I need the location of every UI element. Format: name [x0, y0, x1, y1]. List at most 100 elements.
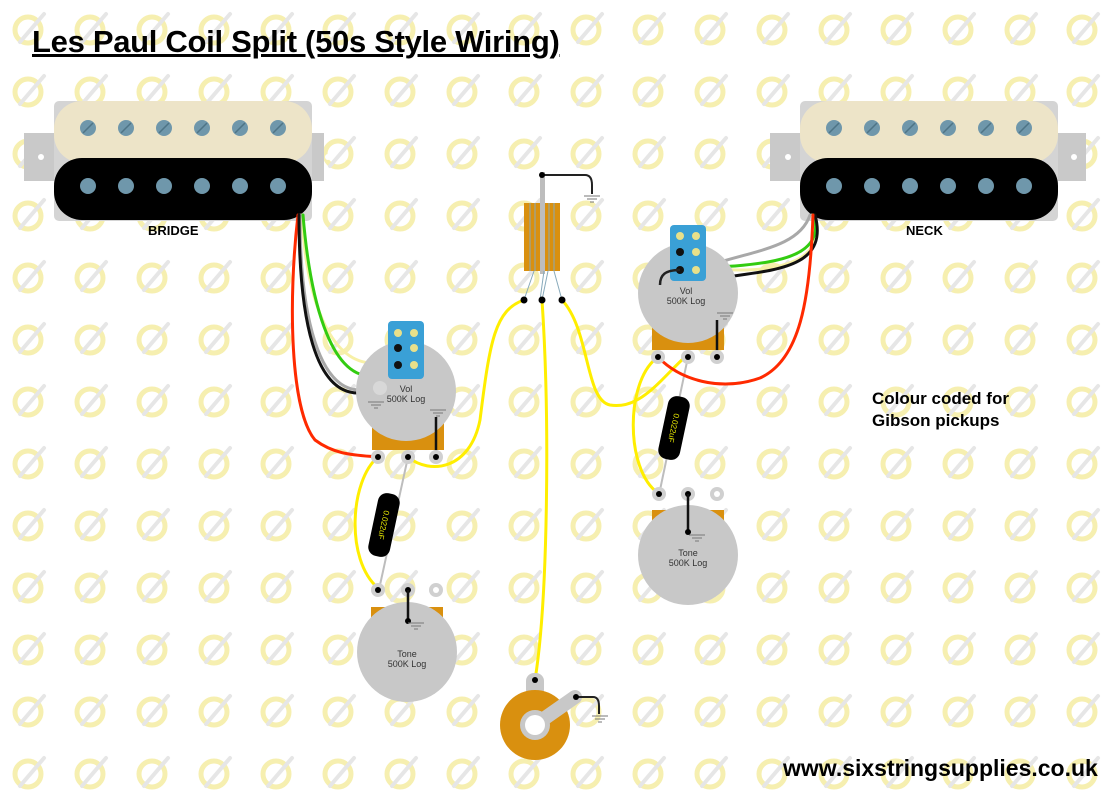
watermark-logo	[325, 510, 354, 539]
watermark-logo	[1007, 76, 1036, 105]
watermark-logo	[821, 448, 850, 477]
watermark-logo	[263, 386, 292, 415]
watermark-logo	[15, 324, 44, 353]
watermark-logo	[387, 758, 416, 787]
watermark-logo	[511, 634, 540, 663]
watermark-logo	[635, 76, 664, 105]
watermark-logo	[511, 510, 540, 539]
watermark-logo	[201, 262, 230, 291]
watermark-logo	[387, 200, 416, 229]
watermark-logo	[325, 696, 354, 725]
neck-vol-value: 500K Log	[667, 296, 706, 306]
watermark-logo	[945, 262, 974, 291]
watermark-logo	[263, 448, 292, 477]
watermark-logo	[15, 696, 44, 725]
watermark-logo	[139, 386, 168, 415]
watermark-logo	[573, 200, 602, 229]
watermark-logo	[139, 572, 168, 601]
watermark-logo	[697, 200, 726, 229]
watermark-logo	[449, 262, 478, 291]
watermark-logo	[883, 14, 912, 43]
note-line-2: Gibson pickups	[872, 411, 1000, 430]
watermark-logo	[15, 758, 44, 787]
watermark-logo	[449, 510, 478, 539]
neck-tone-pot[interactable]: Tone 500K Log	[638, 487, 738, 605]
watermark-logo	[15, 634, 44, 663]
watermark-logo	[263, 572, 292, 601]
watermark-logo	[139, 510, 168, 539]
watermark-logo	[821, 634, 850, 663]
watermark-logo	[201, 696, 230, 725]
watermark-logo	[697, 14, 726, 43]
watermark-logo	[511, 386, 540, 415]
watermark-logo	[883, 572, 912, 601]
slug-pole	[978, 178, 994, 194]
bridge-pickup-label: BRIDGE	[148, 223, 199, 238]
output-jack[interactable]	[500, 673, 609, 760]
watermark-logo	[511, 572, 540, 601]
bridge-vol-value: 500K Log	[387, 394, 426, 404]
watermark-logo	[573, 572, 602, 601]
watermark-logo	[15, 262, 44, 291]
watermark-logo	[449, 138, 478, 167]
watermark-logo	[15, 76, 44, 105]
wiring-diagram: Vol 500K Log 0.022uF Tone 500K Log Vol 5…	[0, 0, 1106, 800]
watermark-logo	[759, 510, 788, 539]
watermark-logo	[1069, 14, 1098, 43]
watermark-logo	[263, 510, 292, 539]
watermark-logo	[759, 200, 788, 229]
watermark-logo	[1069, 572, 1098, 601]
watermark-logo	[573, 76, 602, 105]
watermark-logo	[635, 138, 664, 167]
watermark-logo	[325, 634, 354, 663]
watermark-logo	[325, 200, 354, 229]
note-line-1: Colour coded for	[872, 389, 1009, 408]
watermark-logo	[387, 262, 416, 291]
watermark-logo	[201, 76, 230, 105]
watermark-logo	[449, 324, 478, 353]
watermark-logo	[77, 324, 106, 353]
watermark-logo	[1069, 324, 1098, 353]
watermark-logo	[201, 634, 230, 663]
watermark-logo	[511, 138, 540, 167]
watermark-logo	[263, 76, 292, 105]
slug-pole	[940, 178, 956, 194]
bridge-capacitor: 0.022uF	[368, 493, 400, 557]
neck-volume-pot[interactable]: Vol 500K Log	[638, 225, 738, 364]
watermark-logo	[635, 14, 664, 43]
watermark-logo	[511, 758, 540, 787]
watermark-logo	[1069, 448, 1098, 477]
watermark-logo	[1007, 448, 1036, 477]
bridge-volume-pot[interactable]: Vol 500K Log	[356, 321, 456, 464]
watermark-logo	[77, 510, 106, 539]
watermark-logo	[1007, 634, 1036, 663]
slug-pole	[194, 178, 210, 194]
watermark-logo	[945, 634, 974, 663]
watermark-logo	[15, 572, 44, 601]
watermark-logo	[573, 138, 602, 167]
neck-pickup-label: NECK	[906, 223, 943, 238]
watermark-logo	[1069, 386, 1098, 415]
watermark-logo	[139, 758, 168, 787]
bridge-pickup	[24, 101, 331, 221]
watermark-logo	[15, 386, 44, 415]
slug-pole	[156, 178, 172, 194]
watermark-logo	[635, 634, 664, 663]
watermark-logo	[139, 262, 168, 291]
watermark-logo	[1069, 696, 1098, 725]
watermark-logo	[325, 572, 354, 601]
watermark-logo	[449, 758, 478, 787]
watermark-logo	[697, 76, 726, 105]
watermark-logo	[821, 386, 850, 415]
bridge-tone-pot[interactable]: Tone 500K Log	[357, 583, 457, 702]
watermark-logo	[263, 634, 292, 663]
website-link[interactable]: www.sixstringsupplies.co.uk	[783, 755, 1098, 782]
watermark-logo	[139, 696, 168, 725]
watermark-logo	[139, 324, 168, 353]
watermark-logo	[139, 448, 168, 477]
watermark-logo	[1007, 262, 1036, 291]
watermark-logo	[883, 634, 912, 663]
watermark-logo	[635, 758, 664, 787]
watermark-logo	[759, 572, 788, 601]
neck-pickup	[770, 101, 1086, 221]
